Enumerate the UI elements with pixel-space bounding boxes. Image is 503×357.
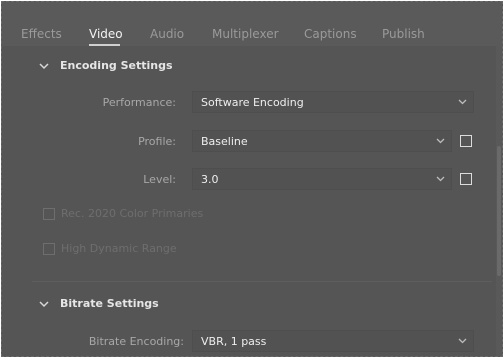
level-value: 3.0 — [201, 173, 219, 186]
chevron-down-icon — [458, 338, 467, 344]
tab-publish[interactable]: Publish — [382, 27, 425, 41]
tab-video[interactable]: Video — [89, 27, 123, 41]
chevron-down-icon — [436, 176, 445, 182]
level-select[interactable]: 3.0 — [192, 168, 452, 190]
performance-value: Software Encoding — [201, 96, 304, 109]
bitrate-settings-header[interactable]: Bitrate Settings — [2, 294, 502, 316]
export-settings-panel: Effects Video Audio Multiplexer Captions… — [1, 1, 503, 357]
profile-select[interactable]: Baseline — [192, 130, 452, 152]
tab-multiplexer[interactable]: Multiplexer — [212, 27, 279, 41]
hdr-label: High Dynamic Range — [61, 242, 177, 255]
profile-value: Baseline — [201, 135, 248, 148]
tab-captions[interactable]: Captions — [304, 27, 357, 41]
encoding-settings-title: Encoding Settings — [60, 59, 173, 72]
bitrate-encoding-label: Bitrate Encoding: — [88, 335, 184, 348]
settings-content: Encoding Settings Performance: Software … — [2, 46, 502, 356]
section-divider — [32, 281, 492, 282]
chevron-down-icon — [39, 63, 49, 70]
bitrate-encoding-select[interactable]: VBR, 1 pass — [192, 330, 474, 352]
bitrate-settings-title: Bitrate Settings — [60, 297, 159, 310]
profile-label: Profile: — [138, 135, 176, 148]
level-checkbox[interactable] — [460, 173, 472, 185]
hdr-checkbox — [43, 243, 55, 255]
scrollbar-thumb[interactable] — [497, 146, 501, 276]
profile-checkbox[interactable] — [460, 135, 472, 147]
level-label: Level: — [143, 173, 176, 186]
tab-effects[interactable]: Effects — [21, 27, 62, 41]
encoding-settings-header[interactable]: Encoding Settings — [2, 56, 502, 78]
bitrate-encoding-value: VBR, 1 pass — [201, 335, 267, 348]
rec2020-checkbox — [43, 208, 55, 220]
tab-audio[interactable]: Audio — [150, 27, 184, 41]
chevron-down-icon — [436, 138, 445, 144]
rec2020-label: Rec. 2020 Color Primaries — [61, 207, 204, 220]
scrollbar[interactable] — [496, 46, 502, 356]
chevron-down-icon — [39, 301, 49, 308]
performance-label: Performance: — [102, 96, 176, 109]
performance-select[interactable]: Software Encoding — [192, 91, 474, 113]
chevron-down-icon — [458, 99, 467, 105]
